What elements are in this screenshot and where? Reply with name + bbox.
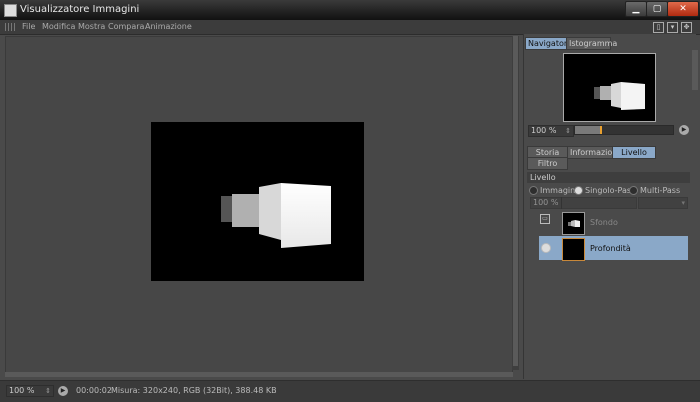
window-title: Visualizzatore Immagini: [20, 4, 140, 15]
navigator-preview[interactable]: [563, 53, 656, 122]
mode-singolo-pass[interactable]: Singolo-Pass: [574, 186, 635, 195]
stepper-icon: ⇕: [45, 387, 51, 395]
chevron-down-icon: ▾: [681, 199, 685, 207]
radio-dot-icon: [529, 186, 538, 195]
status-zoom-value: 100 %: [9, 386, 35, 395]
layer-row-sfondo[interactable]: ▭ Sfondo: [539, 210, 688, 235]
maximize-button[interactable]: ▢: [646, 1, 668, 17]
stepper-icon: ⇕: [565, 127, 571, 135]
rendered-image: [151, 122, 364, 281]
zoom-slider-fill: [575, 126, 600, 134]
navigator-zoom-value: 100 %: [531, 126, 557, 135]
close-button[interactable]: ✕: [667, 1, 699, 17]
menu-animazione[interactable]: Animazione: [145, 22, 192, 31]
move-icon[interactable]: ✥: [681, 22, 692, 33]
minimize-button[interactable]: ▁: [625, 1, 647, 17]
menu-compara[interactable]: Compara: [108, 22, 144, 31]
play-icon[interactable]: ▶: [679, 125, 689, 135]
navigator-zoom-field[interactable]: 100 % ⇕: [528, 125, 574, 137]
blend-mode-dropdown[interactable]: ▾: [638, 197, 688, 209]
opacity-field[interactable]: 100 %: [530, 197, 562, 209]
time-display: 00:00:02: [76, 386, 112, 395]
tab-istogramma[interactable]: Istogramma: [566, 37, 617, 50]
title-bar: Visualizzatore Immagini ▁ ▢ ✕: [0, 0, 700, 20]
layer-toggle-icon[interactable]: ▭: [540, 214, 550, 224]
horizontal-scrollbar[interactable]: [5, 372, 513, 377]
radio-dot-selected-icon: [574, 186, 583, 195]
tab-informazioni[interactable]: Informazioni: [567, 146, 620, 159]
grip-handle-icon: [5, 23, 15, 31]
play-icon[interactable]: ▶: [58, 386, 68, 396]
status-zoom-field[interactable]: 100 % ⇕: [6, 385, 54, 397]
layer-row-profondita[interactable]: Profondità: [539, 236, 688, 261]
layer-name: Profondità: [590, 244, 631, 253]
tab-filtro[interactable]: Filtro: [527, 157, 568, 170]
zoom-slider[interactable]: [574, 125, 674, 135]
layer-list: ▭ Sfondo Profondità: [530, 210, 688, 265]
image-viewer-window: Visualizzatore Immagini ▁ ▢ ✕ File Modif…: [0, 0, 700, 402]
image-info: Misura: 320x240, RGB (32Bit), 388.48 KB: [111, 386, 277, 395]
panel-scrollbar[interactable]: [692, 50, 698, 90]
layer-thumbnail: [562, 238, 585, 261]
mode-immagine[interactable]: Immagine: [529, 186, 580, 195]
vertical-scrollbar[interactable]: [512, 36, 519, 370]
tab-livello[interactable]: Livello: [612, 146, 656, 159]
radio-dot-icon: [629, 186, 638, 195]
opacity-value: 100 %: [533, 198, 559, 207]
opacity-slider[interactable]: [561, 197, 637, 209]
visibility-icon[interactable]: [541, 243, 551, 253]
layer-name: Sfondo: [590, 218, 618, 227]
layout-toggle-icon[interactable]: ▯: [653, 22, 664, 33]
menu-bar: File Modifica Mostra Compara Animazione …: [0, 20, 700, 35]
app-icon: [4, 4, 17, 17]
section-livello: Livello: [527, 172, 690, 183]
mode-multi-pass[interactable]: Multi-Pass: [629, 186, 680, 195]
layer-thumbnail: [562, 212, 585, 235]
tab-navigatore[interactable]: Navigatore: [525, 37, 572, 50]
menu-mostra[interactable]: Mostra: [78, 22, 105, 31]
menu-modifica[interactable]: Modifica: [42, 22, 75, 31]
dropdown-arrow-icon[interactable]: ▾: [667, 22, 678, 33]
zoom-slider-knob[interactable]: [599, 126, 602, 134]
menu-file[interactable]: File: [22, 22, 35, 31]
status-bar: 100 % ⇕ ▶ 00:00:02 Misura: 320x240, RGB …: [0, 380, 700, 402]
